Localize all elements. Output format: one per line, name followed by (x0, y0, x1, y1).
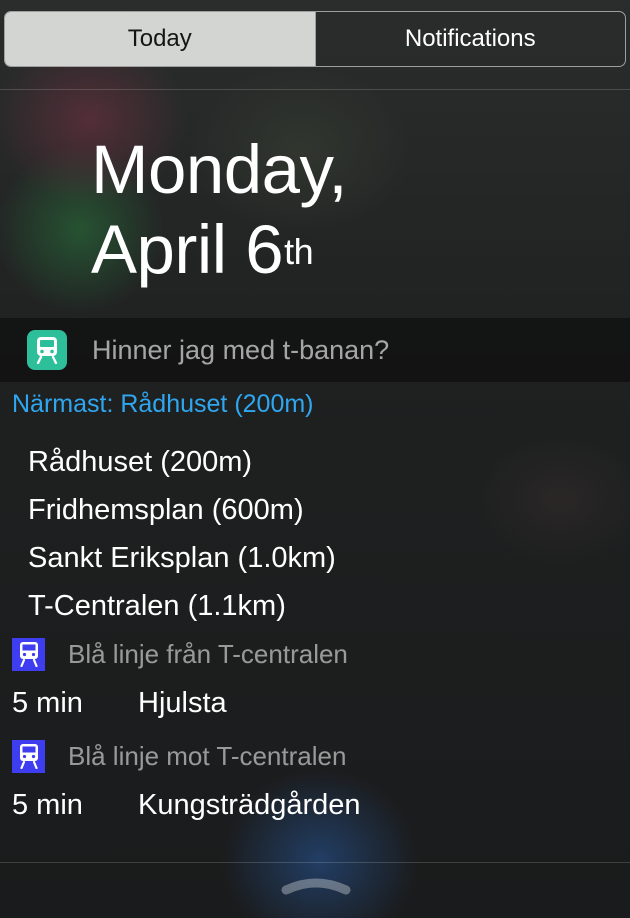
line-header-to-tcentralen: Blå linje mot T-centralen (12, 739, 346, 773)
line-label: Blå linje mot T-centralen (68, 740, 347, 771)
metro-icon (12, 739, 45, 773)
line-header-from-tcentralen: Blå linje från T-centralen (12, 637, 348, 671)
date-month-day: April 6 (91, 211, 284, 288)
departure-row: 5 min Hjulsta (12, 687, 227, 720)
nearest-station-link[interactable]: Närmast: Rådhuset (200m) (12, 390, 314, 419)
line-label: Blå linje från T-centralen (68, 638, 348, 669)
train-icon (27, 330, 67, 370)
departure-row: 5 min Kungsträdgården (12, 789, 361, 822)
date-display: Monday, April 6th (91, 130, 348, 290)
departure-destination: Hjulsta (138, 687, 227, 719)
chevron-up-icon[interactable] (280, 874, 352, 896)
footer-divider (0, 862, 630, 863)
date-month-day-line: April 6th (91, 210, 347, 290)
date-weekday: Monday, (91, 131, 348, 208)
date-ordinal-suffix: th (284, 231, 314, 272)
station-item[interactable]: Fridhemsplan (600m) (28, 486, 336, 534)
departure-time: 5 min (12, 789, 83, 821)
tab-today[interactable]: Today (5, 12, 315, 66)
departure-destination: Kungsträdgården (138, 789, 361, 821)
header-divider (0, 89, 630, 90)
station-list: Rådhuset (200m) Fridhemsplan (600m) Sank… (28, 438, 336, 630)
station-item[interactable]: Rådhuset (200m) (28, 438, 336, 486)
station-item[interactable]: Sankt Eriksplan (1.0km) (28, 534, 336, 582)
view-switcher: Today Notifications (4, 11, 626, 67)
station-item[interactable]: T-Centralen (1.1km) (28, 582, 336, 630)
tab-notifications[interactable]: Notifications (314, 12, 626, 66)
widget-title: Hinner jag med t-banan? (92, 334, 390, 365)
departure-time: 5 min (12, 687, 83, 719)
widget-header[interactable]: Hinner jag med t-banan? (0, 318, 630, 382)
metro-icon (12, 637, 45, 671)
